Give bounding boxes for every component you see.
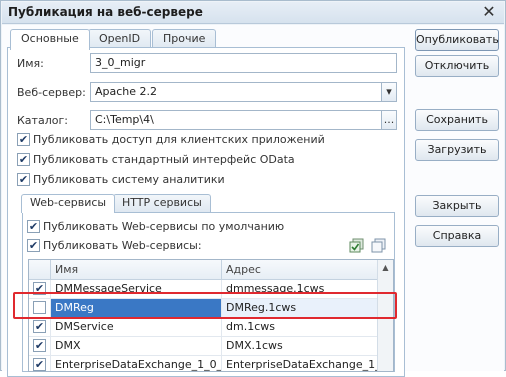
browse-button[interactable]: ... bbox=[381, 110, 397, 130]
catalog-label: Каталог: bbox=[17, 114, 68, 127]
load-button[interactable]: Загрузить bbox=[415, 139, 499, 161]
title-bar: Публикация на веб-сервере ✕ bbox=[2, 2, 504, 24]
chevron-down-icon[interactable]: ▾ bbox=[381, 82, 397, 102]
tab-other[interactable]: Прочие bbox=[152, 29, 217, 49]
row-checkbox[interactable]: ✔ bbox=[33, 339, 46, 352]
checkbox-odata[interactable]: ✔ bbox=[17, 153, 30, 166]
table-header: Имя Адрес bbox=[29, 260, 393, 280]
row-address: dm.1cws bbox=[222, 318, 378, 336]
checkbox-client-access[interactable]: ✔ bbox=[17, 133, 30, 146]
checkbox-analytics-label: Публиковать систему аналитики bbox=[33, 173, 225, 186]
webserver-select[interactable]: Apache 2.2 bbox=[90, 82, 382, 102]
row-checkbox[interactable]: ✔ bbox=[33, 358, 46, 371]
tab-http-services[interactable]: HTTP сервисы bbox=[113, 194, 211, 212]
row-checkbox[interactable]: ✔ bbox=[33, 320, 46, 333]
name-input[interactable]: 3_0_migr bbox=[90, 53, 397, 73]
disable-button[interactable]: Отключить bbox=[415, 55, 499, 77]
publish-services-label: Публиковать Web-сервисы: bbox=[43, 239, 202, 252]
checkbox-odata-label: Публиковать стандартный интерфейс OData bbox=[33, 153, 295, 166]
tab-openid[interactable]: OpenID bbox=[88, 29, 152, 49]
close-icon[interactable]: ✕ bbox=[480, 3, 498, 21]
publish-default-label: Публиковать Web-сервисы по умолчанию bbox=[43, 220, 285, 233]
help-button[interactable]: Справка bbox=[415, 225, 499, 247]
checkbox-publish-services[interactable]: ✔ bbox=[27, 239, 40, 252]
check-all-icon[interactable] bbox=[349, 238, 365, 254]
catalog-input[interactable]: C:\Temp\4\ bbox=[90, 110, 382, 130]
header-name[interactable]: Имя bbox=[51, 260, 222, 280]
row-address: EnterpriseDataExchange_1_... bbox=[222, 356, 378, 371]
selection-highlight-box bbox=[13, 292, 397, 319]
header-address[interactable]: Адрес bbox=[222, 260, 378, 280]
uncheck-all-icon[interactable] bbox=[371, 238, 387, 254]
row-name: EnterpriseDataExchange_1_0_1_... bbox=[51, 356, 222, 371]
dialog-content: Основные OpenID Прочие Имя: 3_0_migr Веб… bbox=[2, 25, 504, 377]
row-address: DMX.1cws bbox=[222, 337, 378, 355]
header-check-column bbox=[29, 260, 51, 280]
table-row[interactable]: ✔ EnterpriseDataExchange_1_0_1_... Enter… bbox=[29, 356, 393, 371]
webserver-label: Веб-сервер: bbox=[17, 86, 86, 99]
checkbox-publish-default[interactable]: ✔ bbox=[27, 220, 40, 233]
row-name: DMService bbox=[51, 318, 222, 336]
checkbox-client-access-label: Публиковать доступ для клиентских прилож… bbox=[33, 133, 325, 146]
save-button[interactable]: Сохранить bbox=[415, 109, 499, 131]
publish-dialog: Публикация на веб-сервере ✕ Основные Ope… bbox=[0, 0, 506, 377]
publish-button[interactable]: Опубликовать bbox=[415, 29, 499, 51]
checkbox-analytics[interactable]: ✔ bbox=[17, 173, 30, 186]
row-name: DMX bbox=[51, 337, 222, 355]
dialog-title: Публикация на веб-сервере bbox=[8, 5, 203, 19]
close-button[interactable]: Закрыть bbox=[415, 195, 499, 217]
table-row[interactable]: ✔ DMX DMX.1cws bbox=[29, 337, 393, 356]
name-label: Имя: bbox=[17, 57, 44, 70]
table-row[interactable]: ✔ DMService dm.1cws bbox=[29, 318, 393, 337]
scroll-up-icon[interactable]: ▲ bbox=[378, 260, 393, 276]
tab-web-services[interactable]: Web-сервисы bbox=[21, 194, 116, 213]
tab-main[interactable]: Основные bbox=[10, 29, 90, 50]
